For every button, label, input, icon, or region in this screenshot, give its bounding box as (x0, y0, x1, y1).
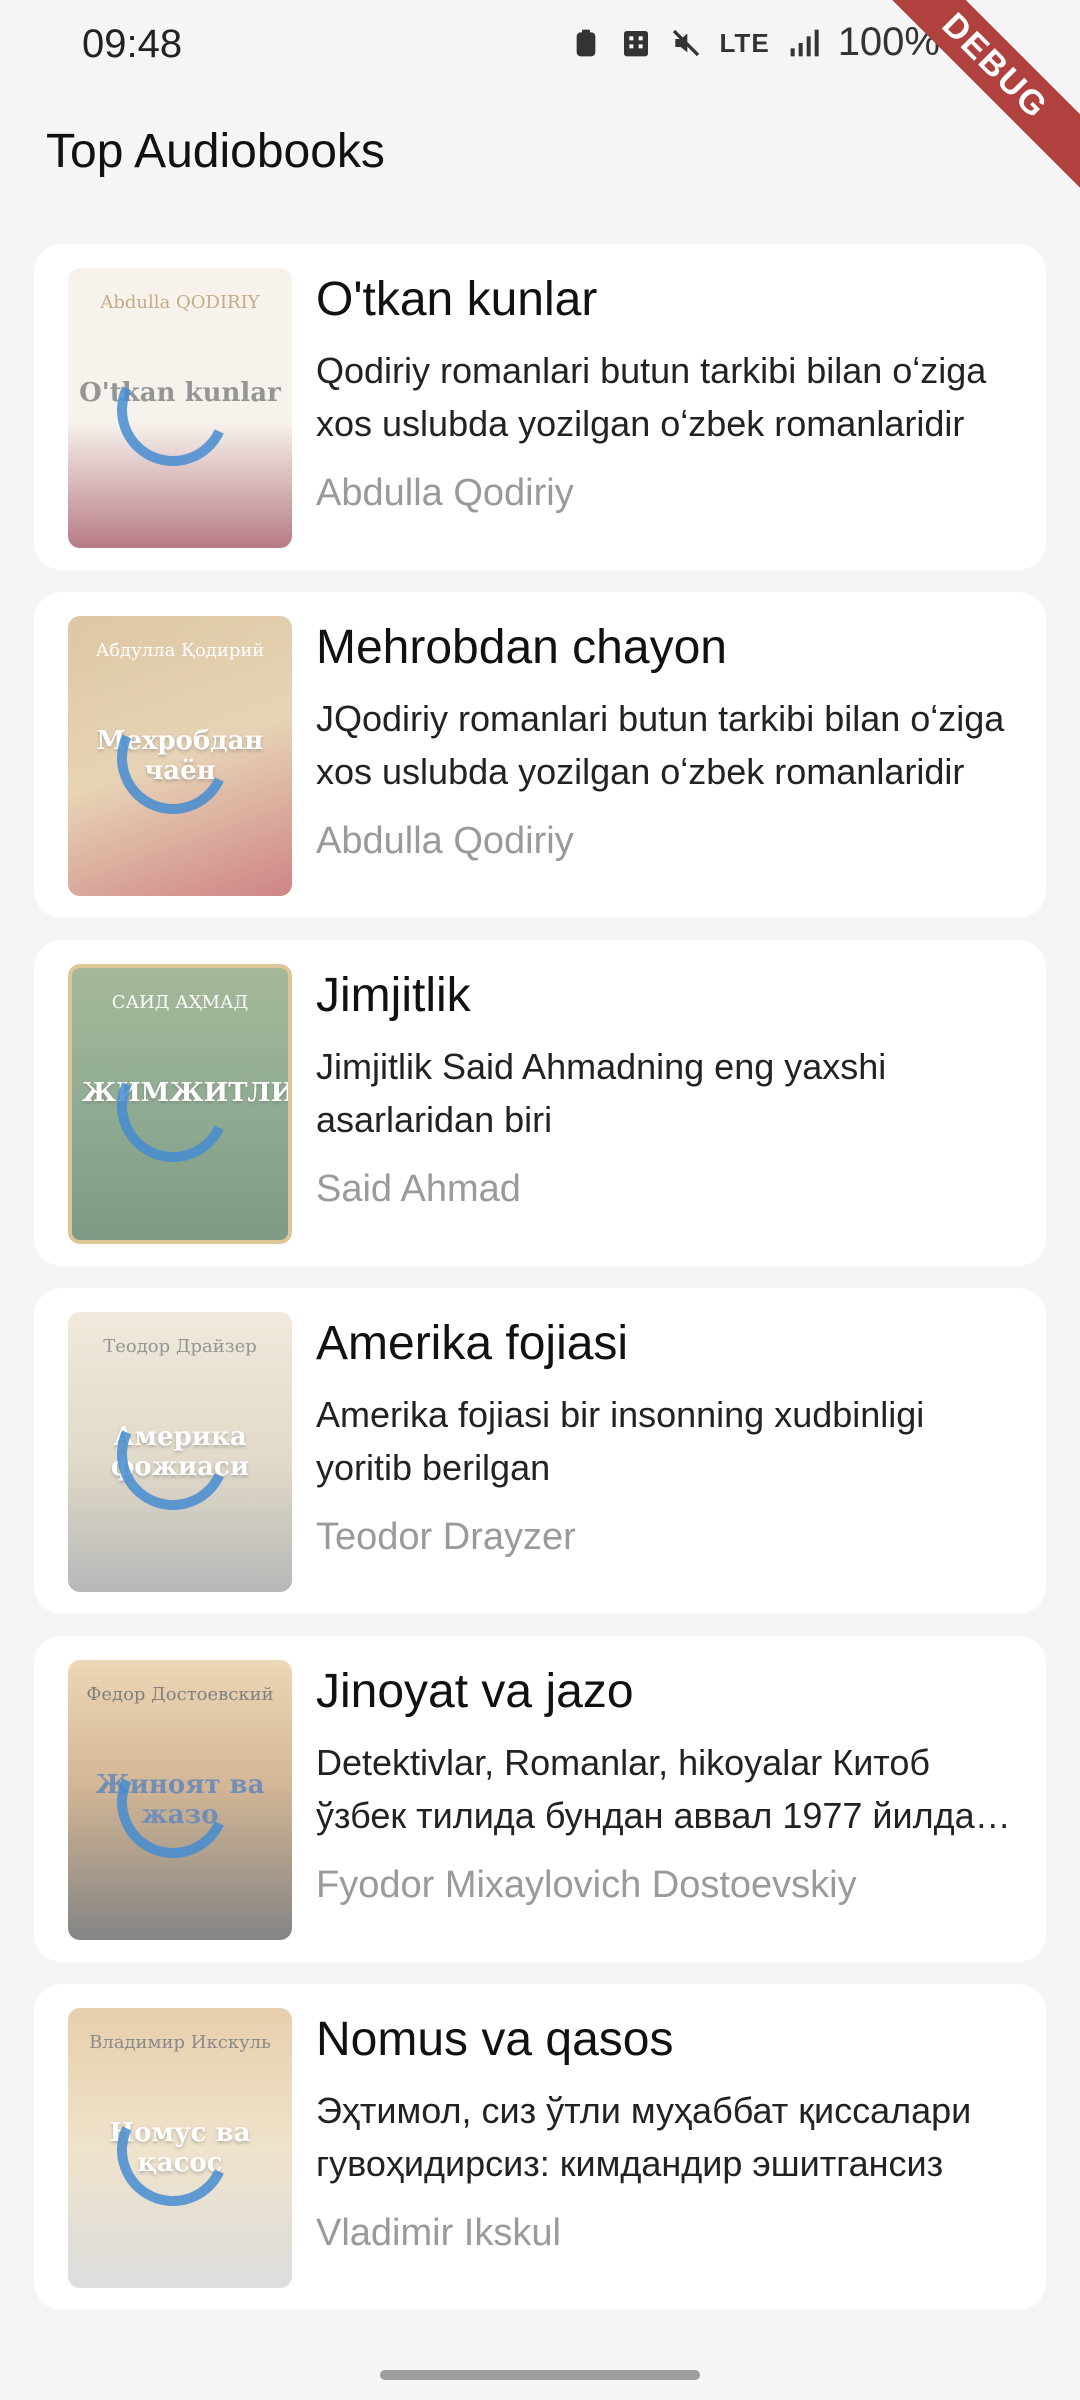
book-title: Jinoyat va jazo (316, 1665, 634, 1718)
cover-author-text: Abdulla QODIRIY (100, 292, 260, 313)
audiobook-card[interactable]: САИД АҲМАД ЖИМЖИТЛИК Jimjitlik Jimjitlik… (34, 940, 1046, 1266)
book-description: Detektivlar, Romanlar, hikoyalar Китоб ў… (316, 1742, 975, 1836)
book-title: Mehrobdan chayon (316, 621, 727, 674)
cover-author-text: Абдулла Қодирий (95, 640, 265, 661)
audiobook-card[interactable]: Федор Достоевский Жиноят ва жазо Jinoyat… (34, 1636, 1046, 1962)
book-title: O'tkan kunlar (316, 273, 598, 326)
cover-author-text: Федор Достоевский (86, 1684, 274, 1705)
status-bar: 09:48 LTE 100% DEBUG (0, 0, 1080, 202)
audiobook-card[interactable]: Абдулла Қодирий Мехробдан чаён Mehrobdan… (34, 592, 1046, 918)
book-description: JQodiriy romanlari butun tarkibi bilan o… (316, 698, 1005, 792)
home-indicator[interactable] (380, 2370, 700, 2380)
audiobook-list: Abdulla QODIRIY O'tkan kunlar O'tkan kun… (34, 244, 1046, 2332)
book-title: Jimjitlik (316, 969, 471, 1022)
book-description: Эҳтимол, сиз ўтли муҳаббат қиссалари гув… (316, 2090, 972, 2184)
audiobook-card[interactable]: Теодор Драйзер Америка фожиаси Amerika f… (34, 1288, 1046, 1614)
mute-icon (670, 25, 702, 61)
audiobook-card[interactable]: Abdulla QODIRIY O'tkan kunlar O'tkan kun… (34, 244, 1046, 570)
page-title: Top Audiobooks (46, 125, 385, 178)
cover-author-text: САИД АҲМАД (111, 992, 249, 1013)
status-time: 09:48 (82, 22, 183, 66)
building-icon (620, 25, 652, 61)
book-author: Vladimir Ikskul (316, 2212, 561, 2254)
book-description: Amerika fojiasi bir insonning xudbinligi… (316, 1394, 925, 1488)
book-author: Fyodor Mixaylovich Dostoevskiy (316, 1864, 857, 1906)
cover-author-text: Владимир Икскуль (89, 2032, 271, 2053)
book-title: Nomus va qasos (316, 2013, 674, 2066)
cover-author-text: Теодор Драйзер (103, 1336, 257, 1357)
audiobook-card[interactable]: Владимир Икскуль Номус ва қасос Nomus va… (34, 1984, 1046, 2310)
book-author: Abdulla Qodiriy (316, 472, 574, 514)
book-author: Abdulla Qodiriy (316, 820, 574, 862)
book-title: Amerika fojiasi (316, 1317, 629, 1370)
book-description: Qodiriy romanlari butun tarkibi bilan oʻ… (316, 350, 987, 444)
network-type-label: LTE (719, 27, 770, 58)
book-description: Jimjitlik Said Ahmadning eng yaxshi asar… (316, 1046, 887, 1140)
clipboard-icon (570, 25, 602, 61)
book-author: Said Ahmad (316, 1168, 521, 1210)
signal-icon (788, 25, 820, 61)
book-author: Teodor Drayzer (316, 1516, 576, 1558)
